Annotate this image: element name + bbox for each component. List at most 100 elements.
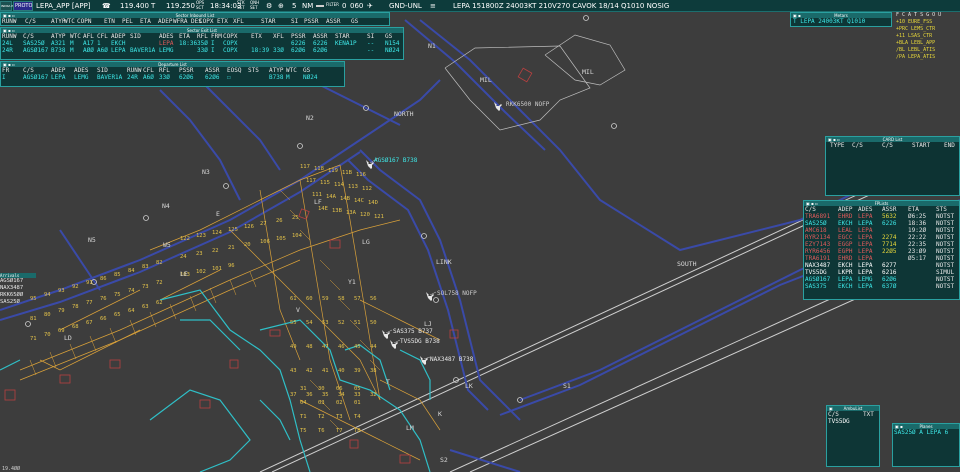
column-header[interactable]: ASSR: [326, 18, 340, 25]
departure-list-row[interactable]: I AGSØ167 LEPA LEMG BAVER1A 24R A6Ø 33Ø 62Ø6 62Ø6…: [1, 74, 344, 81]
fp-list-row[interactable]: TVS5DG LKPR LEPA 6216 SIMUL: [804, 269, 959, 276]
column-header[interactable]: ADES: [858, 206, 872, 213]
ambulance-list-window[interactable]: ▣ AmbuList C/S TXT TVS5DG: [826, 405, 880, 467]
column-header[interactable]: RUNW: [2, 18, 16, 25]
track-label-rkk6500[interactable]: RKK6500 NOFP: [506, 101, 550, 108]
fp-list-row[interactable]: RYR2134 EGCC LEPA 2274 22:22 NOTST: [804, 234, 959, 241]
column-header[interactable]: ATYP: [269, 67, 283, 74]
frequency-item[interactable]: +BLA LEBL_APP: [896, 40, 960, 47]
frequency-2[interactable]: 119.250: [166, 2, 195, 10]
column-header[interactable]: ATYP: [51, 33, 65, 40]
column-header[interactable]: ADEP: [838, 206, 852, 213]
track-label-sol758[interactable]: SOL758 NOFP: [437, 290, 477, 297]
column-header[interactable]: START: [912, 142, 930, 149]
column-header[interactable]: EOSQ: [227, 67, 241, 74]
track-label-agso167[interactable]: AGSØ167 B738: [374, 157, 418, 164]
column-header[interactable]: COPX: [223, 33, 237, 40]
column-header[interactable]: PSSR: [291, 33, 305, 40]
frequency-item[interactable]: +11 LSAS_CTR: [896, 33, 960, 40]
column-header[interactable]: C/S: [805, 206, 816, 213]
aircraft-symbols[interactable]: [366, 102, 502, 365]
column-header[interactable]: PSSR: [179, 67, 193, 74]
fl-low[interactable]: 0: [342, 2, 346, 10]
arrivals-mini-list[interactable]: Arrivals AGSØ167 NAX3487 RKK65ØØ SAS25Ø: [0, 273, 36, 313]
column-header[interactable]: ETN: [104, 18, 115, 25]
frequency-item[interactable]: /PA LEPA_ATIS: [896, 54, 960, 61]
exit-list-row[interactable]: 24L SAS25Ø A321 M A17 1 EKCH LEPA 18:36 35Ø I COPX 6…: [1, 40, 403, 47]
column-header[interactable]: RUNW: [2, 33, 16, 40]
arrival-mini-item[interactable]: NAX3487: [0, 285, 36, 292]
column-header[interactable]: ETA: [908, 206, 919, 213]
column-header[interactable]: GS: [351, 18, 358, 25]
range-slider[interactable]: [316, 5, 324, 7]
track-labels[interactable]: AGSØ167 B738 SOL758 NOFP SAS375 B737 TVS…: [374, 101, 550, 363]
frequency-1[interactable]: 119.400: [120, 2, 149, 10]
arrival-mini-item[interactable]: RKK65ØØ: [0, 292, 36, 299]
planes-window[interactable]: ▣ ▪ Planes SAS25Ø A LEPA 6: [892, 423, 960, 467]
metars-window[interactable]: ▣ ▪ Metars T LEPA 24003KT Q1010: [790, 12, 892, 27]
column-header[interactable]: ETX: [217, 18, 228, 25]
column-header[interactable]: ASSR: [882, 206, 896, 213]
frequency-list[interactable]: F C A T S G O U +10 EURE_FSS +PRC LEMS_CT…: [896, 12, 960, 61]
track-label-nax3487[interactable]: NAX3487 B738: [430, 356, 474, 363]
column-header[interactable]: RFL: [197, 33, 208, 40]
column-header[interactable]: XFL: [273, 33, 284, 40]
column-header[interactable]: C/S: [23, 67, 34, 74]
frequency-item[interactable]: +10 EURE_FSS: [896, 19, 960, 26]
column-header[interactable]: GS: [303, 67, 310, 74]
column-header[interactable]: COPX: [199, 18, 213, 25]
column-header[interactable]: ADES: [159, 33, 173, 40]
column-header[interactable]: ASSR: [205, 67, 219, 74]
column-header[interactable]: TYPE: [830, 142, 844, 149]
column-header[interactable]: SI: [291, 18, 298, 25]
column-header[interactable]: FR: [2, 67, 9, 74]
sector-name[interactable]: LEPA_APP [APP]: [36, 2, 91, 10]
menu-icon[interactable]: ≡: [430, 2, 436, 10]
fp-list-row[interactable]: EZY7143 EGGP LEPA 7714 22:35 NOTST: [804, 241, 959, 248]
column-header[interactable]: AFL: [83, 33, 94, 40]
filter-icon[interactable]: ✈: [367, 2, 373, 10]
column-header[interactable]: WFRA: [173, 18, 187, 25]
fp-list-row[interactable]: TRA6891 EHRD LEPA 5632 Ø6:25 NOTST: [804, 213, 959, 220]
column-header[interactable]: END: [944, 142, 955, 149]
column-header[interactable]: SID: [97, 67, 108, 74]
column-header[interactable]: WTC: [286, 67, 297, 74]
exit-list-row[interactable]: 24R AGSØ167 B738 M AØØ A6Ø LEPA BAVER1A LEMG 33Ø I…: [1, 47, 403, 54]
column-header[interactable]: COPN: [77, 18, 91, 25]
track-label-sas375[interactable]: SAS375 B737: [393, 328, 433, 335]
ambulance-row[interactable]: TVS5DG: [827, 418, 879, 425]
column-header[interactable]: ETA: [179, 33, 190, 40]
proto-badge[interactable]: PROTO: [13, 1, 33, 11]
ops-sub[interactable]: SCT: [196, 6, 204, 10]
column-header[interactable]: WTC: [64, 18, 75, 25]
range-value[interactable]: 5: [292, 2, 296, 10]
arrival-mini-item[interactable]: AGSØ167: [0, 278, 36, 285]
column-header[interactable]: WTC: [70, 33, 81, 40]
column-header[interactable]: STS: [936, 206, 947, 213]
fp-list-row[interactable]: SAS375 EKCH LEPA 637Ø NOTST: [804, 283, 959, 290]
column-header[interactable]: ETA: [140, 18, 151, 25]
card-list-window[interactable]: ▣ ▪ ▫ CARD List TYPE C/S C/S START END: [825, 136, 960, 196]
arrival-list-window[interactable]: ▣ ▪ ▫ Sector Inbound List RUNW C/S ATYP WTC C…: [0, 12, 390, 26]
column-header[interactable]: STS: [248, 67, 259, 74]
fp-list-row[interactable]: RYR6456 EGPH LEPA 22Ø5 23:Ø9 NOTST: [804, 248, 959, 255]
column-header[interactable]: PSSR: [304, 18, 318, 25]
column-header[interactable]: CFL: [97, 33, 108, 40]
column-header[interactable]: CFL: [143, 67, 154, 74]
radar-display[interactable]: 117 118 119 11B 116 117 115 114 113 112 111 14A 14B 1…: [0, 0, 960, 472]
column-header[interactable]: C/S: [25, 18, 36, 25]
fp-list-row[interactable]: AGSØ167 LEPA LEMG 62Ø6 NOTST: [804, 276, 959, 283]
column-header[interactable]: ETX: [251, 33, 262, 40]
fp-list-row[interactable]: SAS25Ø EKCH LEPA 6226 18:36 NOTST: [804, 220, 959, 227]
column-header[interactable]: ADEP: [158, 18, 172, 25]
column-header[interactable]: ADES: [74, 67, 88, 74]
column-header[interactable]: SI: [367, 33, 374, 40]
column-header[interactable]: PEL: [122, 18, 133, 25]
column-header[interactable]: STAR: [335, 33, 349, 40]
qnh-sub[interactable]: SET: [250, 6, 258, 10]
column-header[interactable]: ASSR: [313, 33, 327, 40]
track-label-tvs5dg[interactable]: TVS5DG B738: [400, 338, 440, 345]
altitude-filter[interactable]: GND-UNL: [389, 2, 422, 10]
column-header[interactable]: C/S: [23, 33, 34, 40]
column-header[interactable]: C/S: [882, 142, 893, 149]
